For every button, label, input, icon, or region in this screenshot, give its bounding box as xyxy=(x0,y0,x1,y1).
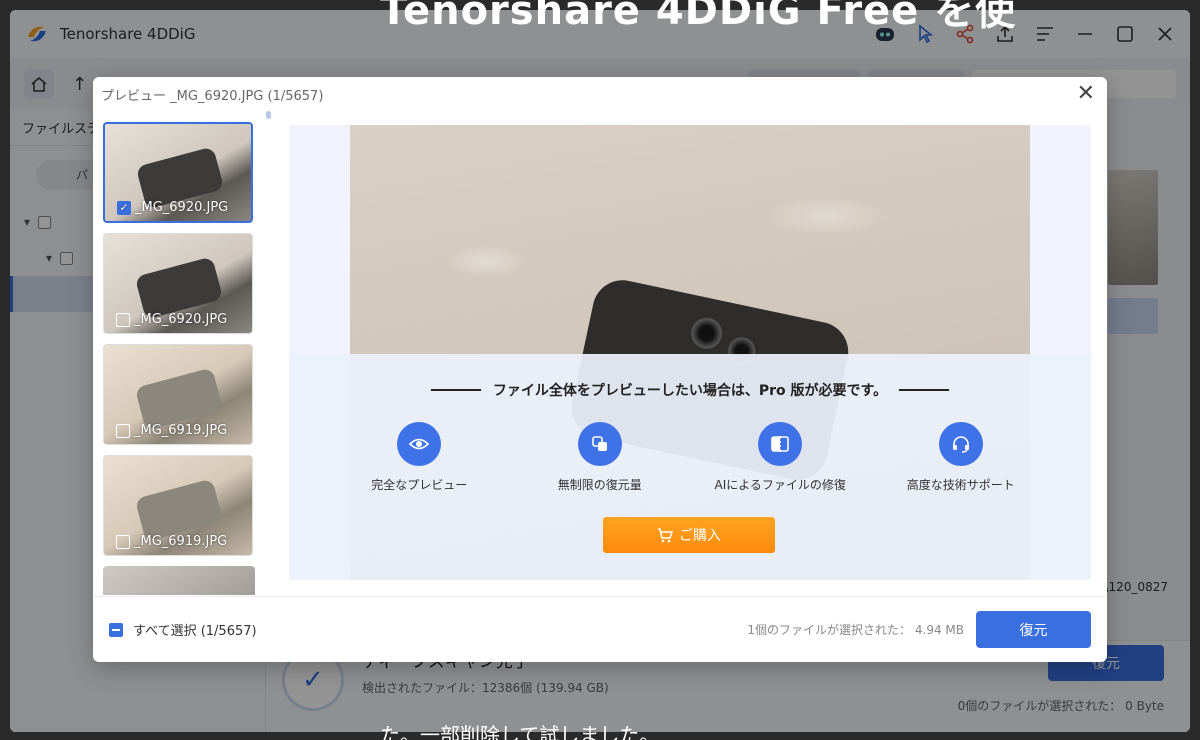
feature-item: 無制限の復元量 xyxy=(520,422,680,493)
dialog-footer: すべて選択 (1/5657) 1個のファイルが選択された： 4.94 MB 復元 xyxy=(93,596,1107,662)
restore-button[interactable]: 復元 xyxy=(976,611,1091,648)
feature-item: 高度な技術サポート xyxy=(881,422,1041,493)
close-icon[interactable]: ✕ xyxy=(1077,83,1095,105)
feature-list: 完全なプレビュー 無制限の復元量 AIによるファイルの修復 高度な技術サポート xyxy=(289,422,1091,493)
checkbox[interactable] xyxy=(116,534,130,549)
cart-icon xyxy=(658,528,673,543)
repair-icon xyxy=(758,422,803,466)
thumbnail-item[interactable]: ✓ _MG_6920.JPG xyxy=(103,122,253,223)
divider xyxy=(899,389,950,391)
video-caption: た。一部削除して試しました。 xyxy=(380,723,660,740)
buy-button[interactable]: ご購入 xyxy=(603,517,775,553)
buy-label: ご購入 xyxy=(679,528,721,544)
thumbnail-filename: _MG_6919.JPG xyxy=(134,423,228,438)
thumbnail-item[interactable]: _MG_6919.JPG xyxy=(103,455,253,556)
feature-label: 無制限の復元量 xyxy=(557,478,642,492)
headset-icon xyxy=(938,422,983,466)
eye-icon xyxy=(397,422,442,466)
thumbnail-item[interactable] xyxy=(103,566,255,595)
dialog-title: プレビュー _MG_6920.JPG (1/5657) xyxy=(101,88,324,104)
thumbnail-filename: _MG_6919.JPG xyxy=(134,534,228,549)
checkbox[interactable] xyxy=(116,312,130,327)
feature-label: AIによるファイルの修復 xyxy=(714,478,846,492)
select-all-label: すべて選択 (1/5657) xyxy=(133,624,257,639)
select-all[interactable]: すべて選択 (1/5657) xyxy=(109,620,257,639)
checkbox-checked[interactable]: ✓ xyxy=(117,200,131,215)
thumbnail-item[interactable]: _MG_6920.JPG xyxy=(103,233,253,334)
phone-image xyxy=(134,367,224,431)
selection-info: 1個のファイルが選択された： 4.94 MB xyxy=(747,623,964,637)
divider xyxy=(430,389,481,391)
feature-item: 完全なプレビュー xyxy=(339,422,499,493)
upsell-headline: ファイル全体をプレビューしたい場合は、Pro 版が必要です。 xyxy=(492,383,888,399)
phone-image xyxy=(134,478,224,542)
dialog-header: プレビュー _MG_6920.JPG (1/5657) ✕ xyxy=(93,77,1107,111)
preview-area: ファイル全体をプレビューしたい場合は、Pro 版が必要です。 完全なプレビュー … xyxy=(289,125,1091,580)
thumbnail-filename: _MG_6920.JPG xyxy=(135,200,229,215)
thumbnail-filename: _MG_6920.JPG xyxy=(134,312,228,327)
infinity-icon xyxy=(577,422,622,466)
preview-dialog: プレビュー _MG_6920.JPG (1/5657) ✕ ✓ _MG_6920… xyxy=(93,77,1107,662)
scrollbar-thumb[interactable] xyxy=(266,111,271,119)
pro-upsell-panel: ファイル全体をプレビューしたい場合は、Pro 版が必要です。 完全なプレビュー … xyxy=(289,354,1091,580)
feature-label: 完全なプレビュー xyxy=(371,478,468,492)
feature-item: AIによるファイルの修復 xyxy=(700,422,860,493)
phone-image xyxy=(134,256,224,320)
checkbox-indeterminate[interactable] xyxy=(109,622,123,637)
video-overlay-title: Tenorshare 4DDiG Free を使 xyxy=(380,0,1017,34)
feature-label: 高度な技術サポート xyxy=(906,478,1015,492)
thumbnail-list: ✓ _MG_6920.JPG _MG_6920.JPG _MG_6919.JPG… xyxy=(103,122,255,595)
thumbnail-item[interactable]: _MG_6919.JPG xyxy=(103,344,253,445)
checkbox[interactable] xyxy=(116,423,130,438)
